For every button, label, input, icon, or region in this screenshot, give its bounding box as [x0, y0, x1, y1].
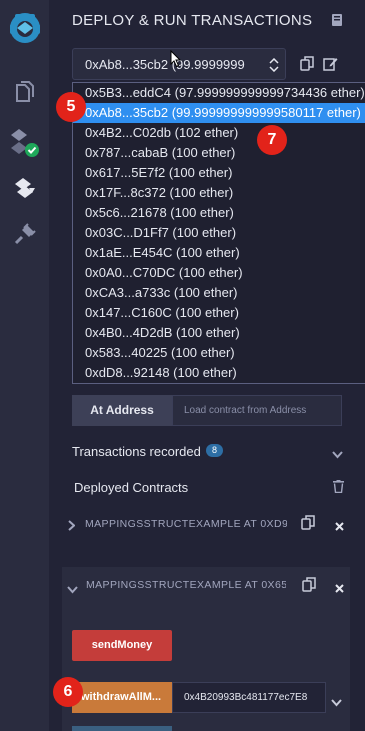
account-option[interactable]: 0xdD8...92148 (100 ether)	[73, 363, 365, 383]
account-option[interactable]: 0x0A0...C70DC (100 ether)	[73, 263, 365, 283]
annotation-marker-6: 6	[53, 677, 83, 707]
contract-instance-title[interactable]: MAPPINGSSTRUCTEXAMPLE AT 0XD91	[85, 518, 287, 530]
chevron-down-icon[interactable]	[331, 694, 342, 712]
deployed-contracts-label: Deployed Contracts	[74, 480, 189, 495]
plugin-icon[interactable]	[0, 222, 49, 246]
account-option[interactable]: 0xCA3...a733c (100 ether)	[73, 283, 365, 303]
file-explorer-icon[interactable]	[0, 80, 49, 104]
transactions-count-badge: 8	[206, 444, 223, 457]
edit-icon[interactable]	[323, 56, 338, 76]
next-function-button[interactable]	[72, 726, 172, 731]
copy-icon[interactable]	[302, 577, 316, 597]
account-option[interactable]: 0x17F...8c372 (100 ether)	[73, 183, 365, 203]
load-address-input[interactable]: Load contract from Address	[172, 395, 342, 426]
annotation-marker-5: 5	[56, 92, 86, 122]
trash-icon[interactable]	[333, 480, 344, 498]
account-option[interactable]: 0x1aE...E454C (100 ether)	[73, 243, 365, 263]
book-icon[interactable]	[331, 13, 343, 32]
copy-icon[interactable]	[300, 56, 314, 76]
transactions-recorded-label[interactable]: Transactions recorded	[72, 444, 201, 459]
account-option[interactable]: 0x147...C160C (100 ether)	[73, 303, 365, 323]
account-option[interactable]: 0x4B2...C02db (102 ether)	[73, 123, 365, 143]
remix-logo-icon[interactable]	[0, 8, 49, 48]
withdraw-all-button[interactable]: withdrawAllM...	[72, 682, 172, 713]
account-option[interactable]: 0x5c6...21678 (100 ether)	[73, 203, 365, 223]
panel-title: DEPLOY & RUN TRANSACTIONS	[72, 12, 313, 29]
icon-sidebar	[0, 0, 49, 731]
account-option[interactable]: 0xAb8...35cb2 (99.999999999999580117 eth…	[73, 103, 365, 123]
account-dropdown-list: 0x5B3...eddC4 (97.999999999999734436 eth…	[72, 82, 365, 384]
compiler-icon[interactable]	[0, 126, 49, 158]
chevron-down-icon[interactable]	[67, 581, 78, 599]
account-option[interactable]: 0x787...cabaB (100 ether)	[73, 143, 365, 163]
chevron-down-icon[interactable]	[332, 446, 343, 464]
mouse-cursor-icon	[170, 49, 182, 73]
account-option[interactable]: 0x5B3...eddC4 (97.999999999999734436 eth…	[73, 83, 365, 103]
deploy-run-icon[interactable]	[0, 176, 49, 200]
contract-instance-title[interactable]: MAPPINGSSTRUCTEXAMPLE AT 0X652	[86, 579, 286, 591]
copy-icon[interactable]	[301, 515, 315, 535]
send-money-button[interactable]: sendMoney	[72, 630, 172, 661]
account-option[interactable]: 0x617...5E7f2 (100 ether)	[73, 163, 365, 183]
account-option[interactable]: 0x03C...D1Ff7 (100 ether)	[73, 223, 365, 243]
close-icon[interactable]	[335, 580, 344, 598]
at-address-button[interactable]: At Address	[72, 395, 172, 426]
chevron-down-icon	[269, 57, 279, 77]
withdraw-address-input[interactable]: 0x4B20993Bc481177ec7E8	[172, 682, 326, 713]
account-option[interactable]: 0x583...40225 (100 ether)	[73, 343, 365, 363]
annotation-marker-7: 7	[257, 125, 287, 155]
close-icon[interactable]	[335, 518, 344, 536]
account-option[interactable]: 0x4B0...4D2dB (100 ether)	[73, 323, 365, 343]
chevron-right-icon[interactable]	[68, 518, 76, 536]
